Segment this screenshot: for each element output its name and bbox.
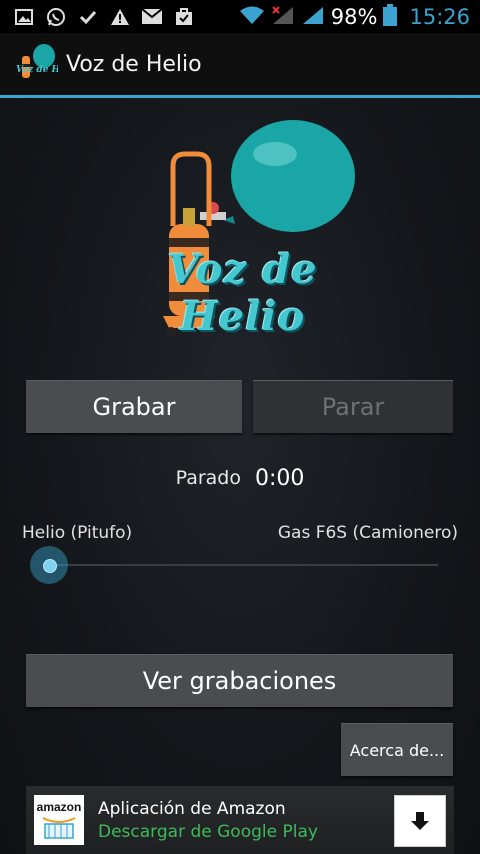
status-time: 0:00 xyxy=(254,465,305,491)
clock: 15:26 xyxy=(409,4,470,29)
ad-subtitle: Descargar de Google Play xyxy=(98,821,318,842)
whatsapp-icon xyxy=(46,7,66,27)
download-button[interactable] xyxy=(394,795,446,847)
mail-icon xyxy=(142,7,162,27)
slider-max-label: Gas F6S (Camionero) xyxy=(277,523,458,543)
app-icon[interactable]: Voz de Helio xyxy=(14,42,79,86)
app-logo: Voz de Helio xyxy=(105,116,380,341)
pitch-slider-labels: Helio (Pitufo) Gas F6S (Camionero) xyxy=(0,523,480,545)
app-title: Voz de Helio xyxy=(66,51,202,77)
signal-icon xyxy=(301,5,325,29)
status-label: Parado xyxy=(175,467,241,489)
download-arrow-icon xyxy=(411,812,429,830)
view-recordings-button[interactable]: Ver grabaciones xyxy=(26,654,453,707)
action-bar: Voz de Helio Voz de Helio xyxy=(0,33,480,95)
pitch-slider-thumb-center[interactable] xyxy=(43,559,57,573)
warning-icon xyxy=(110,7,130,27)
ad-title: Aplicación de Amazon xyxy=(98,798,286,819)
ad-banner[interactable]: amazon Aplicación de Amazon Descargar de… xyxy=(26,786,454,854)
signal-no-service-icon xyxy=(271,5,295,29)
stop-button[interactable]: Parar xyxy=(253,380,453,433)
svg-text:Voz de Helio: Voz de Helio xyxy=(16,65,58,75)
battery-icon xyxy=(383,3,398,30)
pitch-slider-track[interactable] xyxy=(48,564,438,566)
status-bar: 98% 15:26 xyxy=(0,0,480,33)
amazon-logo: amazon xyxy=(34,795,84,845)
main-content: Voz de Helio Grabar Parar Parado 0:00 He… xyxy=(0,98,480,854)
record-button[interactable]: Grabar xyxy=(26,380,242,433)
notification-icons xyxy=(0,7,194,27)
ad-texts: Aplicación de Amazon Descargar de Google… xyxy=(98,799,318,842)
battery-percent: 98% xyxy=(330,4,378,29)
shopping-cart-icon xyxy=(42,817,76,839)
picture-icon xyxy=(14,7,34,27)
recording-status: Parado 0:00 xyxy=(0,463,480,493)
about-button[interactable]: Acerca de... xyxy=(341,723,453,776)
briefcase-icon xyxy=(174,7,194,27)
amazon-logo-text: amazon xyxy=(36,800,82,814)
logo-text: Voz de Helio xyxy=(167,246,318,340)
system-icons: 98% 15:26 xyxy=(239,3,480,30)
wifi-icon xyxy=(239,5,265,29)
slider-min-label: Helio (Pitufo) xyxy=(22,523,133,543)
check-icon xyxy=(78,7,98,27)
